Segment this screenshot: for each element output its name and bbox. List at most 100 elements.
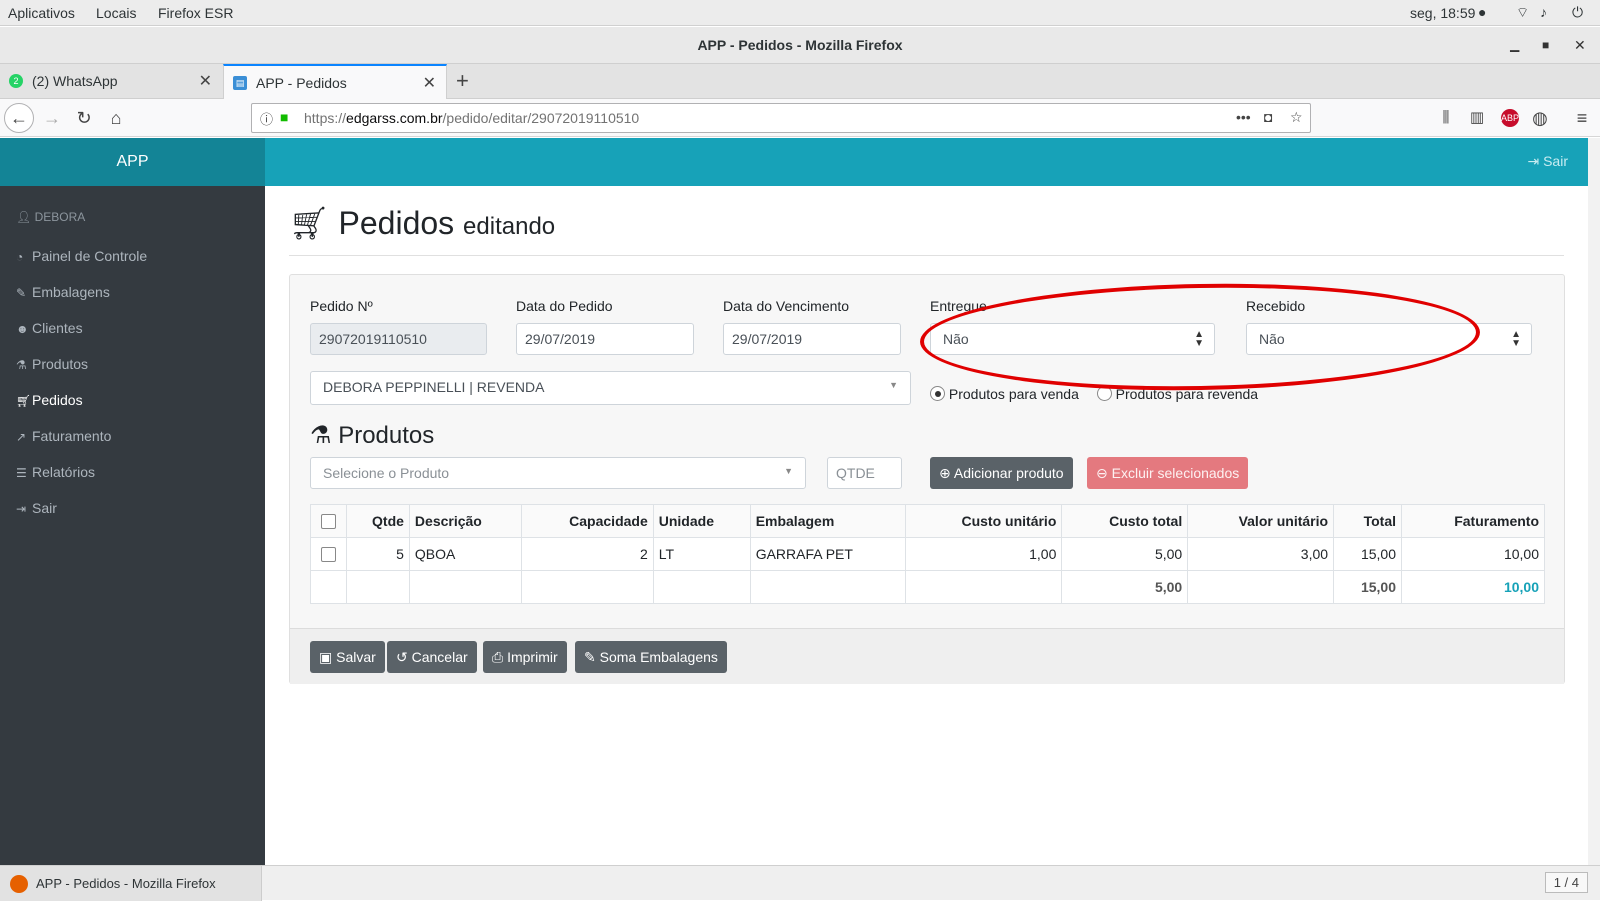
workspace-indicator[interactable]: 1 / 4 — [1544, 872, 1588, 893]
app-top-navbar: ⇥ Sair — [265, 138, 1588, 186]
close-tab-icon[interactable]: ✕ — [423, 66, 436, 101]
data-vencimento-label: Data do Vencimento — [723, 298, 850, 314]
cell-faturamento: 10,00 — [1401, 537, 1545, 571]
menu-firefox-esr[interactable]: Firefox ESR — [158, 5, 233, 21]
col-embalagem: Embalagem — [749, 504, 906, 538]
new-tab-icon[interactable]: + — [456, 64, 469, 97]
power-icon[interactable]: ⏻ — [1572, 4, 1583, 21]
col-unidade: Unidade — [652, 504, 751, 538]
sidebar-item-produtos[interactable]: ⚗ Produtos — [16, 356, 88, 372]
cell-descricao: QBOA — [408, 537, 522, 571]
cell-valor-unitario: 3,00 — [1187, 537, 1335, 571]
volume-icon[interactable]: ♪ — [1540, 4, 1547, 20]
clock[interactable]: seg, 18:59 — [1410, 5, 1475, 21]
data-vencimento-field[interactable]: 29/07/2019 — [723, 323, 901, 355]
cart-icon: 🛒︎ — [289, 205, 330, 241]
recebido-label: Recebido — [1246, 298, 1306, 314]
cancel-button[interactable]: ↺ Cancelar — [387, 641, 477, 673]
list-icon: ☰ — [16, 466, 27, 480]
sidebar-item-relatorios[interactable]: ☰ Relatórios — [16, 464, 95, 480]
tab-app-pedidos[interactable]: ▤ APP - Pedidos ✕ — [223, 64, 447, 100]
col-custo-unitario: Custo unitário — [904, 504, 1063, 538]
chart-icon: ↗ — [16, 430, 27, 444]
reload-icon[interactable]: ↻ — [70, 104, 98, 132]
page-actions-icon[interactable]: ••• — [1236, 109, 1251, 125]
app-sidebar: APP 👤︎ DEBORA ◔ Painel de Controle ✎ Embal… — [0, 138, 265, 865]
radio-produtos-revenda[interactable] — [1096, 386, 1112, 401]
pocket-icon[interactable]: ◘ — [1264, 109, 1272, 125]
page-subtitle: editando — [463, 213, 556, 240]
delete-selected-button[interactable]: ⊖ Excluir selecionados — [1087, 457, 1249, 489]
products-table: Qtde Descrição Capacidade Unidade Embala… — [310, 504, 1545, 604]
empty-cell — [1187, 570, 1335, 604]
cliente-select[interactable]: DEBORA PEPPINELLI | REVENDA ▼ — [310, 371, 911, 405]
logout-link[interactable]: ⇥ Sair — [1527, 153, 1568, 170]
taskbar-item-firefox[interactable]: APP - Pedidos - Mozilla Firefox — [0, 866, 262, 901]
flask-icon: ⚗ — [310, 422, 332, 449]
bookmark-star-icon[interactable]: ☆ — [1290, 109, 1303, 126]
forward-arrow-icon[interactable]: → — [38, 104, 66, 132]
soma-embalagens-button[interactable]: ✎ Soma Embalagens — [575, 641, 727, 673]
sidebar-item-faturamento[interactable]: ↗ Faturamento — [16, 428, 111, 444]
brush-icon: ✎ — [16, 286, 27, 300]
menu-locais[interactable]: Locais — [96, 5, 136, 21]
sidebar-item-clientes[interactable]: ☻ Clientes — [16, 320, 83, 336]
clock-dot-icon: ● — [1478, 4, 1487, 20]
col-descricao: Descrição — [408, 504, 522, 538]
select-arrows-icon: ▲ ▼ — [1194, 329, 1204, 349]
url-bar[interactable]: ⓘ ■ https://edgarss.com.br/pedido/editar… — [251, 103, 1311, 133]
add-product-button[interactable]: ⊕ Adicionar produto — [930, 457, 1073, 489]
tab-whatsapp[interactable]: 2 (2) WhatsApp ✕ — [0, 64, 222, 99]
row-checkbox[interactable] — [320, 547, 336, 563]
data-pedido-field[interactable]: 29/07/2019 — [516, 323, 694, 355]
home-icon[interactable]: ⌂ — [102, 104, 130, 132]
brush-icon: ✎ — [584, 649, 596, 665]
close-window-icon[interactable]: ✕ — [1574, 27, 1586, 64]
hamburger-menu-icon[interactable]: ≡ — [1568, 104, 1596, 132]
extension-icon[interactable]: ◍ — [1526, 104, 1554, 132]
sidebar-item-embalagens[interactable]: ✎ Embalagens — [16, 284, 110, 300]
table-row[interactable]: 5 QBOA 2 LT GARRAFA PET 1,00 5,00 3,00 1… — [310, 537, 1545, 571]
info-icon[interactable]: ⓘ — [260, 109, 273, 128]
adblock-icon[interactable]: ABP — [1501, 109, 1519, 127]
sidebar-item-painel[interactable]: ◔ Painel de Controle — [16, 248, 147, 264]
sidebar-toggle-icon[interactable]: ▥ — [1463, 104, 1491, 132]
product-type-radios: Produtos para venda Produtos para revend… — [930, 386, 1258, 402]
empty-cell — [310, 570, 347, 604]
library-icon[interactable]: ⫼ — [1432, 104, 1460, 132]
maximize-icon[interactable]: ■ — [1542, 27, 1549, 64]
wifi-icon[interactable]: ⌔ — [1516, 4, 1529, 22]
tab-label: (2) WhatsApp — [32, 73, 118, 89]
pedido-number-field[interactable]: 29072019110510 — [310, 323, 487, 355]
sidebar-item-pedidos[interactable]: 🛒︎Pedidos — [16, 392, 83, 408]
url-text[interactable]: https://edgarss.com.br/pedido/editar/290… — [304, 110, 639, 126]
save-button[interactable]: ▣ Salvar — [310, 641, 385, 673]
close-tab-icon[interactable]: ✕ — [199, 64, 212, 99]
flask-icon: ⚗ — [16, 358, 27, 372]
print-button[interactable]: ⎙ Imprimir — [483, 641, 567, 673]
user-icon: 👤︎ — [16, 210, 32, 224]
totals-row: 5,00 15,00 10,00 — [310, 570, 1545, 604]
radio-revenda-label[interactable]: Produtos para revenda — [1116, 386, 1258, 402]
produto-select[interactable]: Selecione o Produto ▼ — [310, 457, 806, 489]
qtde-input[interactable]: QTDE — [827, 457, 902, 489]
radio-venda-label[interactable]: Produtos para venda — [949, 386, 1079, 402]
select-all-checkbox[interactable] — [320, 514, 336, 530]
firefox-icon — [10, 875, 28, 893]
minimize-icon[interactable]: ▁ — [1510, 27, 1519, 64]
gnome-taskbar: APP - Pedidos - Mozilla Firefox 1 / 4 — [0, 865, 1600, 901]
sidebar-item-sair[interactable]: ⇥ Sair — [16, 500, 57, 516]
empty-cell — [408, 570, 522, 604]
radio-produtos-venda[interactable] — [930, 386, 945, 401]
entregue-select[interactable]: Não ▲ ▼ — [930, 323, 1215, 355]
recebido-select[interactable]: Não ▲ ▼ — [1246, 323, 1532, 355]
brand-logo[interactable]: APP — [0, 138, 265, 186]
total-total: 15,00 — [1333, 570, 1402, 604]
page-title: 🛒︎ Pedidos editando — [289, 205, 556, 241]
row-select-cell — [310, 537, 347, 571]
users-icon: ☻ — [16, 322, 29, 336]
cell-total: 15,00 — [1333, 537, 1402, 571]
menu-aplicativos[interactable]: Aplicativos — [8, 5, 75, 21]
back-arrow-icon[interactable]: ← — [4, 103, 34, 133]
page-scrollbar[interactable] — [1588, 138, 1600, 865]
